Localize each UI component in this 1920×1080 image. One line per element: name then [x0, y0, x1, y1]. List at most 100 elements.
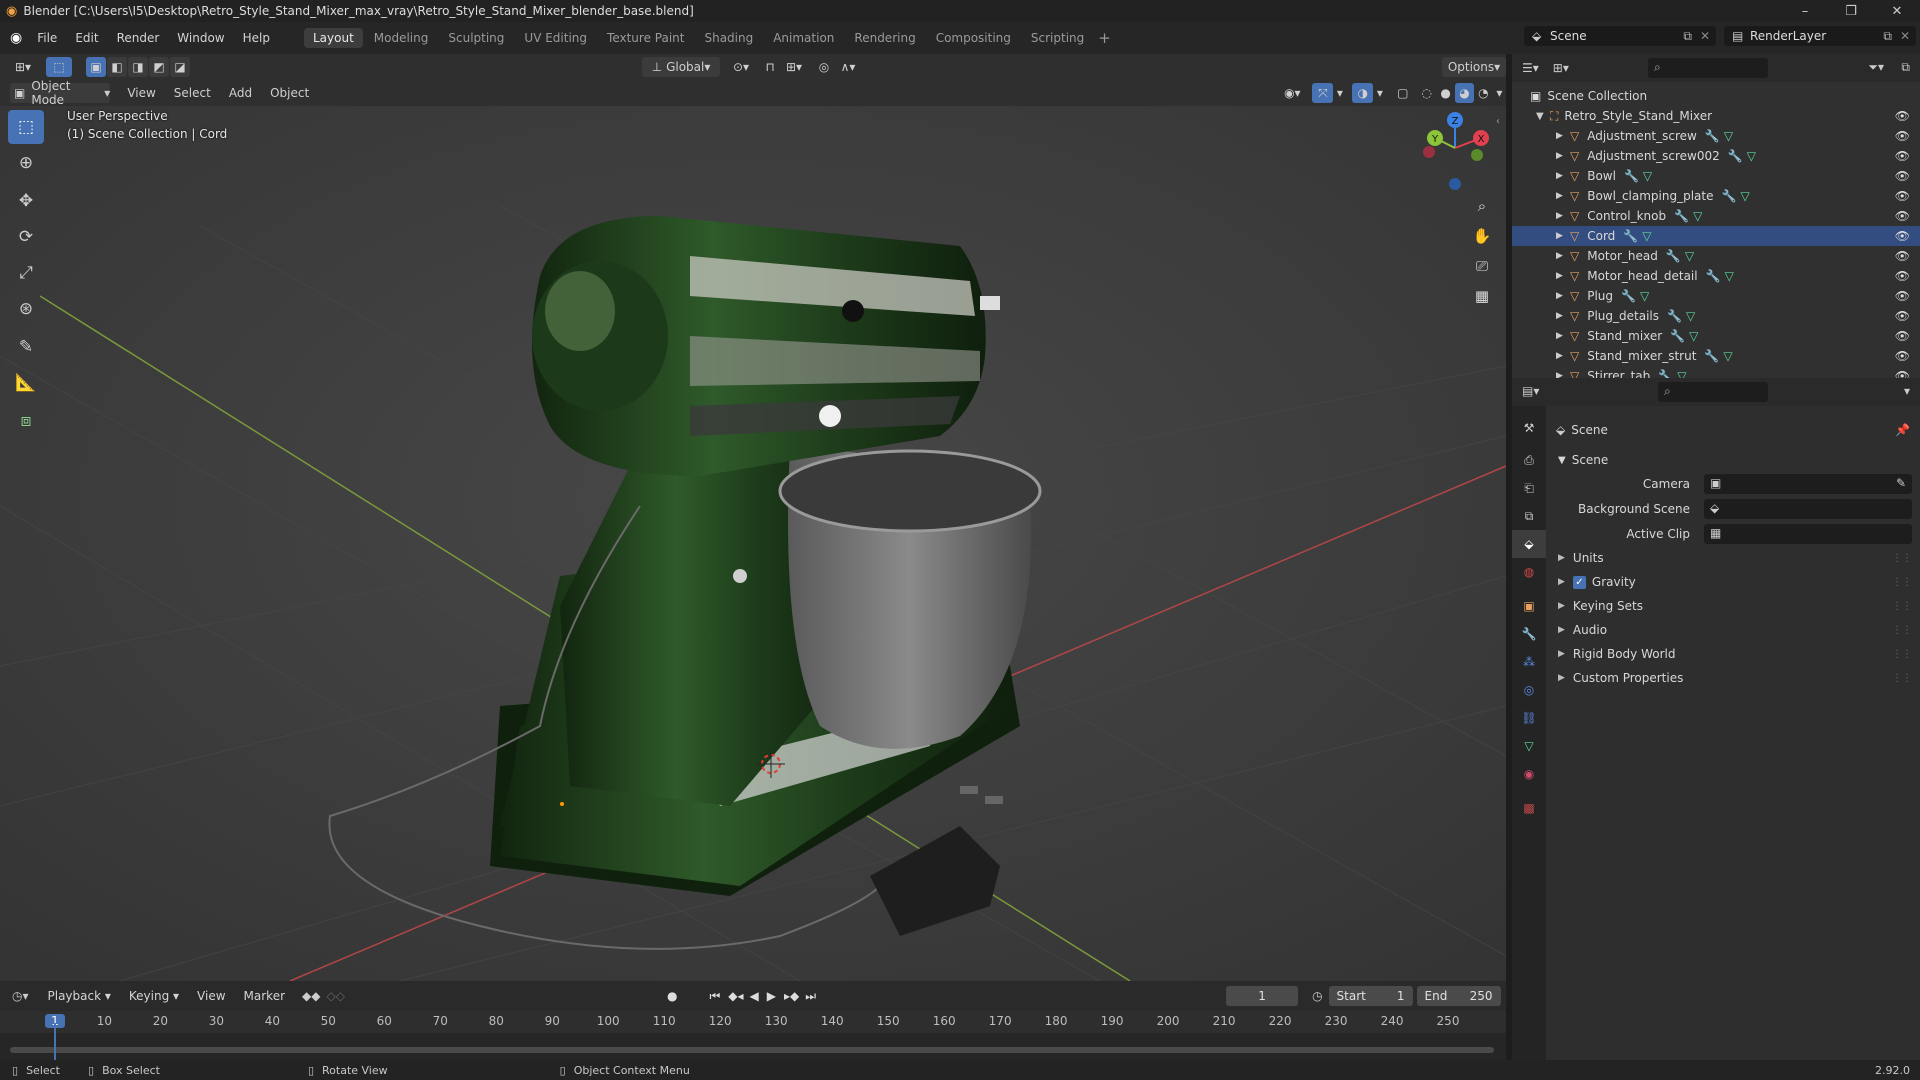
eyedropper-icon[interactable]: ✎: [1896, 476, 1906, 490]
mesh-data-icon[interactable]: ▽: [1689, 329, 1698, 343]
drag-handle-icon[interactable]: ⋮⋮: [1892, 625, 1912, 636]
scene-tab-icon[interactable]: ⬙: [1512, 530, 1546, 558]
xray-toggle-icon[interactable]: ▢: [1392, 83, 1413, 103]
scene-selector[interactable]: ⬙ Scene ⧉ ✕: [1524, 26, 1716, 46]
pan-hand-icon[interactable]: ✋: [1468, 222, 1496, 250]
mesh-data-icon[interactable]: ▽: [1685, 249, 1694, 263]
output-tab-icon[interactable]: ⎗: [1512, 474, 1546, 502]
timeline-menu-marker[interactable]: Marker: [235, 989, 294, 1003]
jump-end-icon[interactable]: ⏭: [805, 989, 816, 1004]
preview-range-icon[interactable]: ◷: [1312, 989, 1322, 1003]
expand-arrow-icon[interactable]: ▶: [1556, 211, 1570, 221]
filter-icon[interactable]: ⏷▾: [1868, 60, 1884, 75]
modifier-wrench-icon[interactable]: 🔧: [1621, 289, 1636, 303]
properties-options-icon[interactable]: ▾: [1904, 384, 1910, 398]
jump-start-icon[interactable]: ⏮: [709, 989, 720, 1004]
navigation-gizmo[interactable]: Z X Y: [1410, 108, 1500, 198]
world-tab-icon[interactable]: ◍: [1512, 558, 1546, 586]
modifier-wrench-icon[interactable]: 🔧: [1722, 189, 1737, 203]
modifier-wrench-icon[interactable]: 🔧: [1624, 169, 1639, 183]
scale-tool-icon[interactable]: ⤢: [8, 256, 44, 290]
mesh-data-icon[interactable]: ▽: [1693, 209, 1702, 223]
timeline-scrollbar[interactable]: [10, 1047, 1494, 1053]
zoom-icon[interactable]: ⌕: [1468, 192, 1496, 220]
render-tab-icon[interactable]: ⎙: [1512, 446, 1546, 474]
visibility-eye-icon[interactable]: 👁: [1895, 309, 1910, 323]
start-frame-field[interactable]: Start 1: [1328, 986, 1413, 1006]
texture-tab-icon[interactable]: ▩: [1512, 794, 1546, 822]
select-box-invert-icon[interactable]: ◩: [149, 57, 169, 77]
properties-section-header[interactable]: ▶ Units ⋮⋮: [1546, 546, 1920, 570]
timeline-menu-keying[interactable]: Keying ▾: [120, 989, 188, 1003]
menu-render[interactable]: Render: [108, 31, 169, 45]
timeline-menu-view[interactable]: View: [188, 989, 234, 1003]
modifier-wrench-icon[interactable]: 🔧: [1623, 229, 1638, 243]
outliner-row-object[interactable]: ▶ ▽ Bowl 🔧 ▽ 👁: [1512, 166, 1920, 186]
constraints-tab-icon[interactable]: ⛓: [1512, 704, 1546, 732]
editor-type-icon[interactable]: ⊞▾: [8, 57, 38, 77]
modifier-wrench-icon[interactable]: 🔧: [1670, 329, 1685, 343]
overlay-dropdown-icon[interactable]: ▾: [1373, 83, 1386, 103]
properties-search-input[interactable]: ⌕: [1658, 382, 1768, 402]
drag-handle-icon[interactable]: ⋮⋮: [1892, 673, 1912, 684]
tab-layout[interactable]: Layout: [303, 28, 363, 48]
expand-arrow-icon[interactable]: ▶: [1556, 151, 1570, 161]
rotate-tool-icon[interactable]: ⟳: [8, 220, 44, 254]
mode-dropdown[interactable]: ▣ Object Mode ▾: [10, 79, 111, 107]
expand-arrow-icon[interactable]: ▶: [1556, 191, 1570, 201]
menu-edit[interactable]: Edit: [66, 31, 107, 45]
transform-tool-icon[interactable]: ⊛: [8, 292, 44, 326]
keyframe-icon[interactable]: ◆◆: [302, 989, 320, 1003]
visibility-eye-icon[interactable]: 👁: [1895, 169, 1910, 183]
visibility-eye-icon[interactable]: 👁: [1895, 149, 1910, 163]
expand-arrow-icon[interactable]: ▶: [1556, 331, 1570, 341]
mesh-data-icon[interactable]: ▽: [1686, 309, 1695, 323]
tab-texture-paint[interactable]: Texture Paint: [598, 28, 693, 48]
properties-editor-type-icon[interactable]: ▤▾: [1522, 384, 1539, 398]
modifier-wrench-icon[interactable]: 🔧: [1728, 149, 1743, 163]
physics-tab-icon[interactable]: ◎: [1512, 676, 1546, 704]
drag-handle-icon[interactable]: ⋮⋮: [1892, 577, 1912, 588]
outliner-editor-type-icon[interactable]: ☰▾: [1522, 61, 1539, 75]
tab-scripting[interactable]: Scripting: [1022, 28, 1093, 48]
modifier-wrench-icon[interactable]: 🔧: [1705, 129, 1720, 143]
scene-panel-header[interactable]: ▼ Scene: [1546, 448, 1920, 472]
gravity-checkbox[interactable]: ✓: [1572, 575, 1586, 589]
drag-handle-icon[interactable]: ⋮⋮: [1892, 649, 1912, 660]
visibility-eye-icon[interactable]: 👁: [1895, 209, 1910, 223]
gizmo-toggle-icon[interactable]: ⤧: [1312, 83, 1334, 103]
outliner-row-object[interactable]: ▶ ▽ Control_knob 🔧 ▽ 👁: [1512, 206, 1920, 226]
pin-icon[interactable]: 📌: [1895, 423, 1910, 437]
select-box-new-icon[interactable]: ▣: [86, 57, 106, 77]
blender-menu-icon[interactable]: ◉: [10, 30, 22, 46]
visibility-eye-icon[interactable]: 👁: [1895, 109, 1910, 123]
snap-toggle-icon[interactable]: ⊓: [760, 57, 780, 77]
outliner-row-object[interactable]: ▶ ▽ Plug_details 🔧 ▽ 👁: [1512, 306, 1920, 326]
shading-rendered-icon[interactable]: ◔: [1474, 83, 1493, 103]
menu-window[interactable]: Window: [168, 31, 233, 45]
properties-section-header[interactable]: ▶ Keying Sets ⋮⋮: [1546, 594, 1920, 618]
expand-arrow-icon[interactable]: ▼: [1536, 111, 1550, 122]
auto-key-record-icon[interactable]: ●: [667, 989, 677, 1003]
tab-uv-editing[interactable]: UV Editing: [515, 28, 596, 48]
shading-dropdown-icon[interactable]: ▾: [1493, 83, 1506, 103]
menu-help[interactable]: Help: [234, 31, 279, 45]
properties-section-header[interactable]: ▶ Custom Properties ⋮⋮: [1546, 666, 1920, 690]
select-box-subtract-icon[interactable]: ◨: [128, 57, 148, 77]
drag-handle-icon[interactable]: ⋮⋮: [1892, 553, 1912, 564]
shading-wireframe-icon[interactable]: ◌: [1417, 83, 1436, 103]
jump-prev-keyframe-icon[interactable]: ◆◂: [728, 989, 743, 1003]
tab-sculpting[interactable]: Sculpting: [439, 28, 513, 48]
visibility-eye-icon[interactable]: 👁: [1895, 129, 1910, 143]
expand-arrow-icon[interactable]: ▶: [1556, 231, 1570, 241]
view-layer-tab-icon[interactable]: ⧉: [1512, 502, 1546, 530]
expand-arrow-icon[interactable]: ▶: [1556, 271, 1570, 281]
visibility-eye-icon[interactable]: 👁: [1895, 249, 1910, 263]
delete-scene-icon[interactable]: ✕: [1700, 29, 1710, 43]
play-icon[interactable]: ▶: [767, 989, 776, 1003]
visibility-eye-icon[interactable]: 👁: [1895, 289, 1910, 303]
options-dropdown[interactable]: Options ▾: [1442, 57, 1506, 77]
outliner-row-collection[interactable]: ▼ ⛶ Retro_Style_Stand_Mixer 👁: [1512, 106, 1920, 126]
modifier-tab-icon[interactable]: 🔧: [1512, 620, 1546, 648]
shading-material-icon[interactable]: ◕: [1455, 83, 1474, 103]
